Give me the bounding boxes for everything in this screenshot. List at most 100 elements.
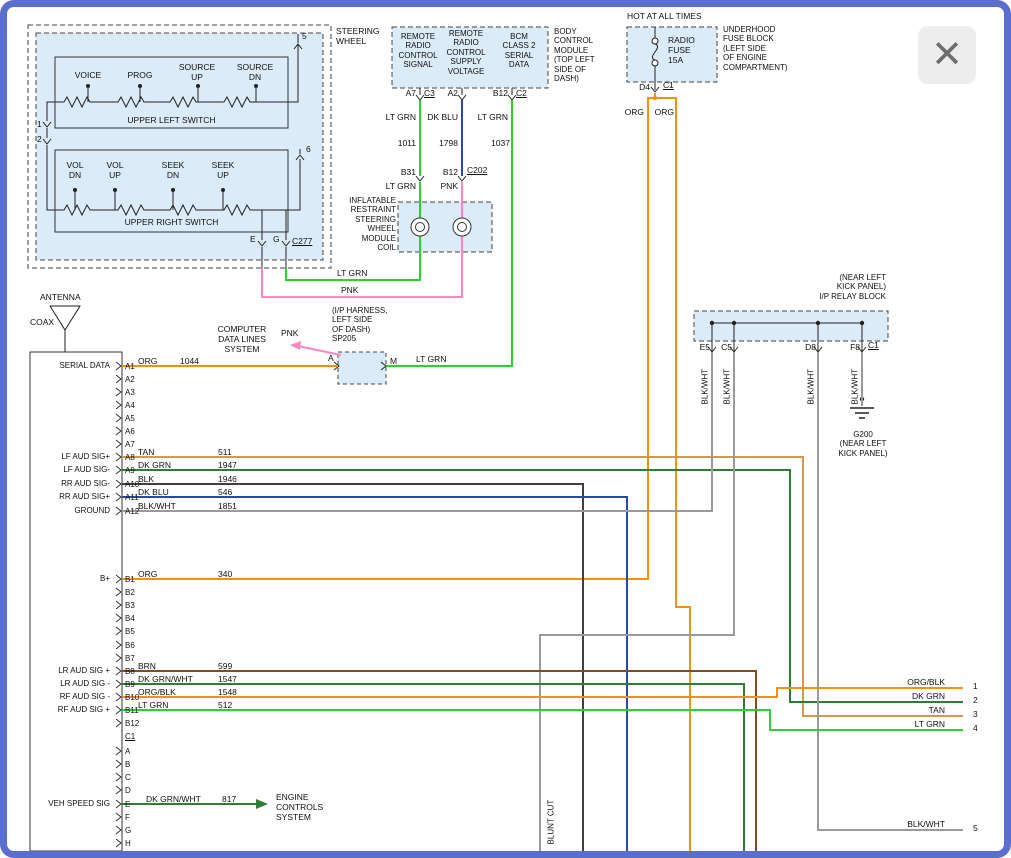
switch-label-prog: PROG <box>118 70 162 80</box>
wire-number-label: 1037 <box>480 138 510 148</box>
ground-symbol <box>850 408 874 418</box>
bcm-pin-a2: A2 <box>432 88 458 98</box>
wire-c5-blkwht <box>540 352 734 851</box>
radio-pin: A7 <box>125 440 135 449</box>
signal-label-rr-aud-minus: RR AUD SIG- <box>30 479 110 488</box>
wire-number-label: 1548 <box>218 687 237 697</box>
radio-pin: B8 <box>125 667 135 676</box>
upper-right-switch-title: UPPER RIGHT SWITCH <box>55 217 288 227</box>
wire-color-label: PNK <box>432 181 458 191</box>
splice-pin-m: M <box>390 356 397 366</box>
radio-pin: A5 <box>125 414 135 423</box>
wire-color-label: BRN <box>138 661 156 671</box>
signal-label-ground: GROUND <box>30 506 110 515</box>
signal-label-lr-aud-minus: LR AUD SIG - <box>30 679 110 688</box>
radio-pin: B6 <box>125 641 135 650</box>
wire-number-label: 1946 <box>218 474 237 484</box>
steering-wheel-label: STEERING WHEEL <box>336 26 379 46</box>
radio-pin: A3 <box>125 388 135 397</box>
exit-wire-number: 3 <box>973 709 978 719</box>
radio-pin: B11 <box>125 706 139 715</box>
relay-pin-f8: F8 <box>836 342 860 352</box>
splice-pin-a: A <box>328 353 334 363</box>
bcm-col-serial: BCM CLASS 2 SERIAL DATA <box>494 32 544 70</box>
radio-pin: A <box>125 747 130 756</box>
computer-data-lines-label: COMPUTER DATA LINES SYSTEM <box>200 324 284 354</box>
c202-pin-b31: B31 <box>390 167 416 177</box>
signal-label-rf-aud-minus: RF AUD SIG - <box>30 692 110 701</box>
coil-module-label: INFLATABLE RESTRAINT STEERING WHEEL MODU… <box>334 196 396 253</box>
signal-label-rf-aud-plus: RF AUD SIG + <box>30 705 110 714</box>
org-junction-dot <box>653 96 657 100</box>
exit-wire-number: 5 <box>973 823 978 833</box>
pin-6: 6 <box>306 144 311 154</box>
radio-pin: B1 <box>125 575 135 584</box>
switch-label-voice: VOICE <box>66 70 110 80</box>
radio-pin: G <box>125 826 131 835</box>
pin-e: E <box>250 234 256 244</box>
radio-pin: A9 <box>125 466 135 475</box>
wire-number-label: 1851 <box>218 501 237 511</box>
wire-color-label: PNK <box>281 328 298 338</box>
exit-wire-number: 1 <box>973 681 978 691</box>
bcm-col-signal: REMOTE RADIO CONTROL SIGNAL <box>394 32 442 70</box>
wire-color-label: LT GRN <box>138 700 168 710</box>
relay-block-label: (NEAR LEFT KICK PANEL) I/P RELAY BLOCK <box>790 273 886 301</box>
wire-number-label: 546 <box>218 487 232 497</box>
switch-label-vol-up: VOL UP <box>98 160 132 180</box>
radio-pin: B7 <box>125 654 135 663</box>
antenna-symbol <box>50 306 80 352</box>
signal-label-b-plus: B+ <box>30 574 110 583</box>
engine-controls-label: ENGINE CONTROLS SYSTEM <box>276 792 323 822</box>
exit-wire-label: BLK/WHT <box>877 819 945 829</box>
wire-color-label: BLK <box>138 474 154 484</box>
wire-fuse-org-feed <box>655 98 690 851</box>
wire-color-label: ORG <box>648 107 674 117</box>
wire-number-label: 1044 <box>180 356 199 366</box>
connector-c2: C2 <box>516 88 527 98</box>
radio-pin: B2 <box>125 588 135 597</box>
relay-pin-d8: D8 <box>792 342 816 352</box>
wire-color-label: ORG <box>618 107 644 117</box>
wire-number-label: 1011 <box>386 138 416 148</box>
wire-color-label: BLK/WHT <box>138 501 176 511</box>
radio-pin: D <box>125 786 131 795</box>
radio-connector <box>30 352 122 851</box>
relay-pin-c5: C5 <box>708 342 732 352</box>
exit-wire-number: 4 <box>973 723 978 733</box>
wire-a8-tan <box>122 457 963 716</box>
radio-pin: B5 <box>125 627 135 636</box>
ground-g200-label: G200 (NEAR LEFT KICK PANEL) <box>818 430 908 458</box>
wire-d8-blkwht <box>818 352 963 830</box>
switch-label-source-dn: SOURCE DN <box>230 62 280 82</box>
pin-2: 2 <box>37 134 42 144</box>
computer-arrowhead <box>290 341 301 350</box>
exit-wire-label: LT GRN <box>877 719 945 729</box>
wire-a12-blkwht <box>122 352 712 511</box>
wire-number-label: 340 <box>218 569 232 579</box>
wire-color-label: LT GRN <box>337 268 367 278</box>
fuse-pin-d4: D4 <box>628 82 650 92</box>
pin-1: 1 <box>37 119 42 129</box>
hot-at-all-times-label: HOT AT ALL TIMES <box>627 11 702 21</box>
wire-number-label: 599 <box>218 661 232 671</box>
connector-c1-relay: C1 <box>868 340 879 350</box>
wire-number-label: 1798 <box>428 138 458 148</box>
wire-color-label: LT GRN <box>380 112 416 122</box>
wire-color-label: ORG <box>138 356 157 366</box>
radio-pin: A1 <box>125 362 135 371</box>
switch-label-source-up: SOURCE UP <box>172 62 222 82</box>
signal-label-serial-data: SERIAL DATA <box>30 361 110 370</box>
radio-pin: B9 <box>125 680 135 689</box>
radio-pin: B12 <box>125 719 139 728</box>
wire-number-label: 512 <box>218 700 232 710</box>
switch-label-seek-dn: SEEK DN <box>154 160 192 180</box>
wire-number-label: 1547 <box>218 674 237 684</box>
wire-color-label: LT GRN <box>416 354 446 364</box>
close-button[interactable]: ✕ <box>918 26 976 84</box>
splice-sp205-label: (I/P HARNESS, LEFT SIDE OF DASH) SP205 <box>332 306 387 344</box>
wire-color-label: DK GRN/WHT <box>146 794 201 804</box>
signal-label-veh-speed: VEH SPEED SIG <box>30 799 110 808</box>
switch-label-seek-up: SEEK UP <box>204 160 242 180</box>
radio-pin: A2 <box>125 375 135 384</box>
